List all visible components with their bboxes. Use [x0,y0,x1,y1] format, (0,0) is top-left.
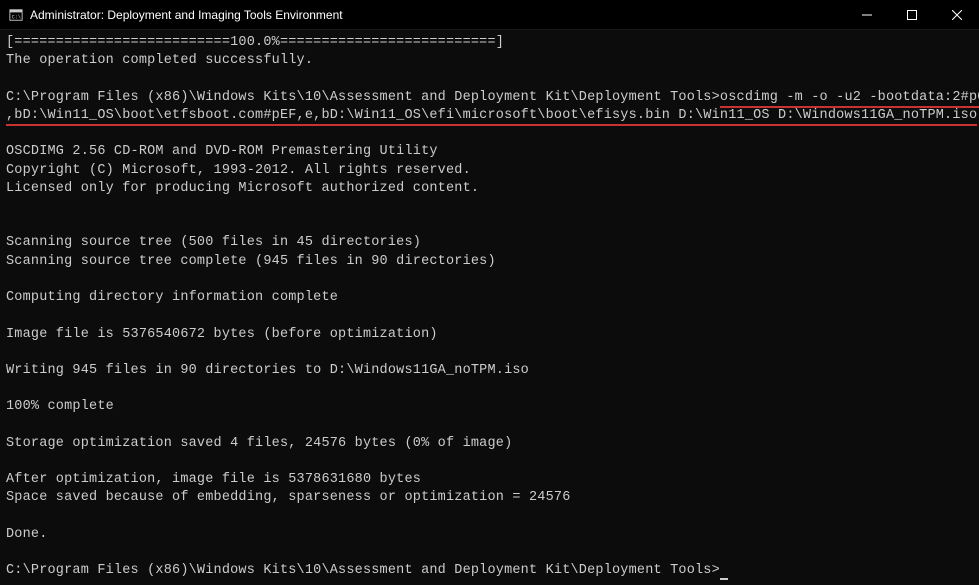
svg-text:C:\: C:\ [12,14,21,20]
copyright-line: Copyright (C) Microsoft, 1993-2012. All … [6,163,471,178]
licensed-line: Licensed only for producing Microsoft au… [6,181,479,196]
cursor [720,578,728,580]
space-saved-line: Space saved because of embedding, sparse… [6,490,571,505]
oscdimg-header: OSCDIMG 2.56 CD-ROM and DVD-ROM Premaste… [6,144,438,159]
prompt-path: C:\Program Files (x86)\Windows Kits\10\A… [6,90,720,105]
titlebar-left: C:\ Administrator: Deployment and Imagin… [0,7,343,23]
window-title: Administrator: Deployment and Imaging To… [30,8,343,22]
scanning-line-2: Scanning source tree complete (945 files… [6,254,496,269]
maximize-button[interactable] [889,0,934,29]
scanning-line-1: Scanning source tree (500 files in 45 di… [6,235,421,250]
done-line: Done. [6,527,48,542]
writing-line: Writing 945 files in 90 directories to D… [6,363,529,378]
storage-optimization-line: Storage optimization saved 4 files, 2457… [6,436,512,451]
progress-bar-line: [==========================100.0%=======… [6,35,504,50]
close-button[interactable] [934,0,979,29]
terminal-output[interactable]: [==========================100.0%=======… [0,30,979,585]
titlebar-controls [844,0,979,29]
window-titlebar: C:\ Administrator: Deployment and Imagin… [0,0,979,30]
computing-line: Computing directory information complete [6,290,338,305]
percent-complete: 100% complete [6,399,114,414]
cmd-icon: C:\ [8,7,24,23]
minimize-button[interactable] [844,0,889,29]
after-optimization-line: After optimization, image file is 537863… [6,472,421,487]
imagefile-line: Image file is 5376540672 bytes (before o… [6,327,438,342]
prompt-line-2: C:\Program Files (x86)\Windows Kits\10\A… [6,563,720,578]
command-part2: ,bD:\Win11_OS\boot\etfsboot.com#pEF,e,bD… [6,108,977,126]
command-part1: oscdimg -m -o -u2 -bootdata:2#p0,e [720,90,979,108]
operation-complete-line: The operation completed successfully. [6,53,313,68]
